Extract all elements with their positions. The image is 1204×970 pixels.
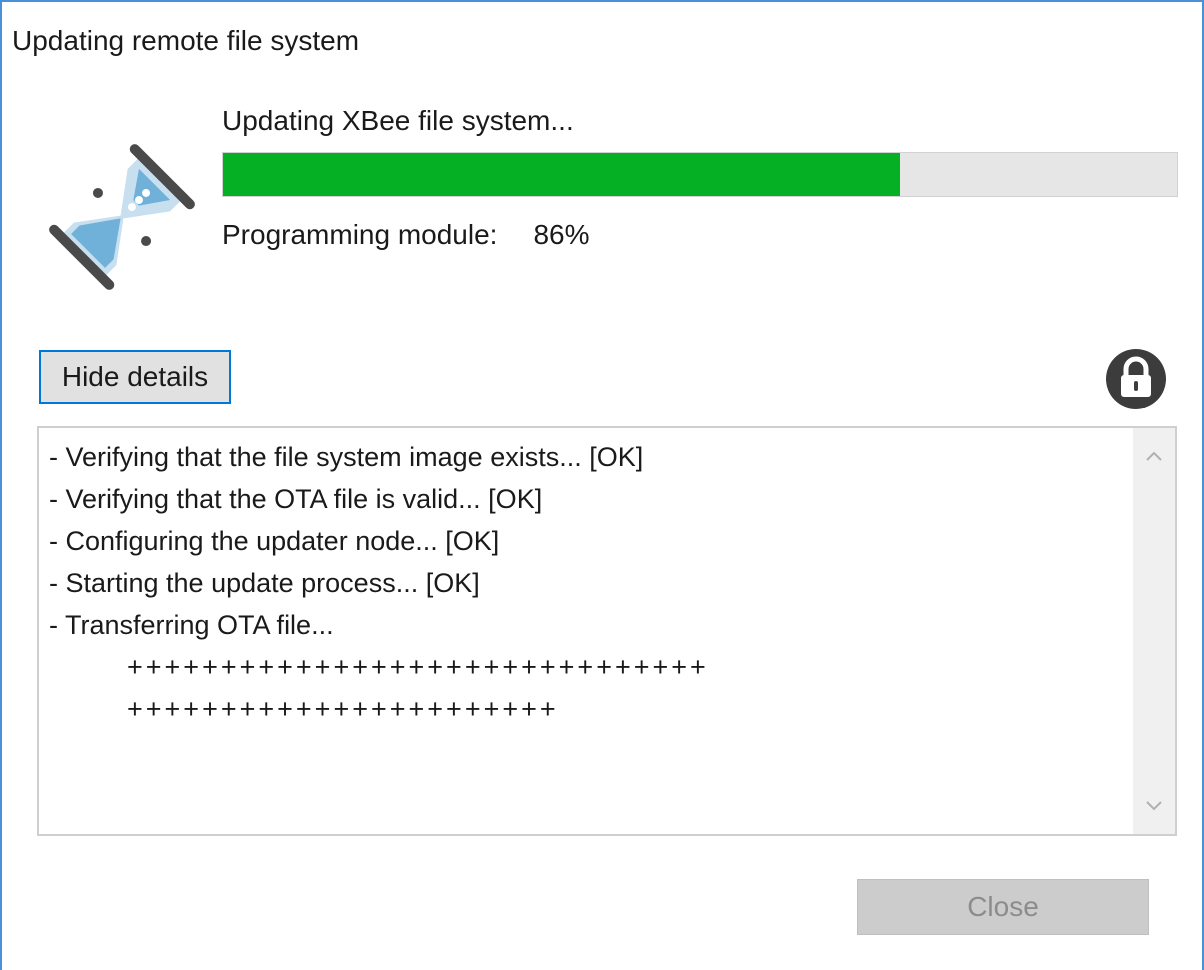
log-line-progress: +++++++++++++++++++++++ (127, 694, 559, 724)
hide-details-button[interactable]: Hide details (39, 350, 231, 404)
hourglass-icon (49, 144, 195, 290)
log-content: - Verifying that the file system image e… (49, 438, 1129, 732)
progress-label: Programming module: (222, 219, 498, 250)
log-scrollbar[interactable] (1133, 428, 1175, 834)
progress-percent: 86% (533, 219, 590, 250)
log-line: - Transferring OTA file... (49, 610, 334, 640)
progress-fill (223, 153, 901, 196)
log-line: - Starting the update process... [OK] (49, 568, 480, 598)
log-line: - Verifying that the file system image e… (49, 442, 644, 472)
details-log[interactable]: - Verifying that the file system image e… (37, 426, 1177, 836)
scroll-up-icon[interactable] (1133, 436, 1175, 478)
update-dialog: Updating remote file system Updating XBe… (0, 0, 1204, 970)
log-line-progress: +++++++++++++++++++++++++++++++ (127, 652, 709, 682)
lock-icon[interactable] (1105, 348, 1167, 410)
progress-status: Programming module: 86% (222, 217, 590, 253)
log-line: - Configuring the updater node... [OK] (49, 526, 500, 556)
close-button[interactable]: Close (857, 879, 1149, 935)
progress-bar (222, 152, 1178, 197)
status-heading: Updating XBee file system... (222, 105, 574, 136)
scroll-down-icon[interactable] (1133, 784, 1175, 826)
log-line: - Verifying that the OTA file is valid..… (49, 484, 543, 514)
dialog-title: Updating remote file system (12, 25, 360, 56)
